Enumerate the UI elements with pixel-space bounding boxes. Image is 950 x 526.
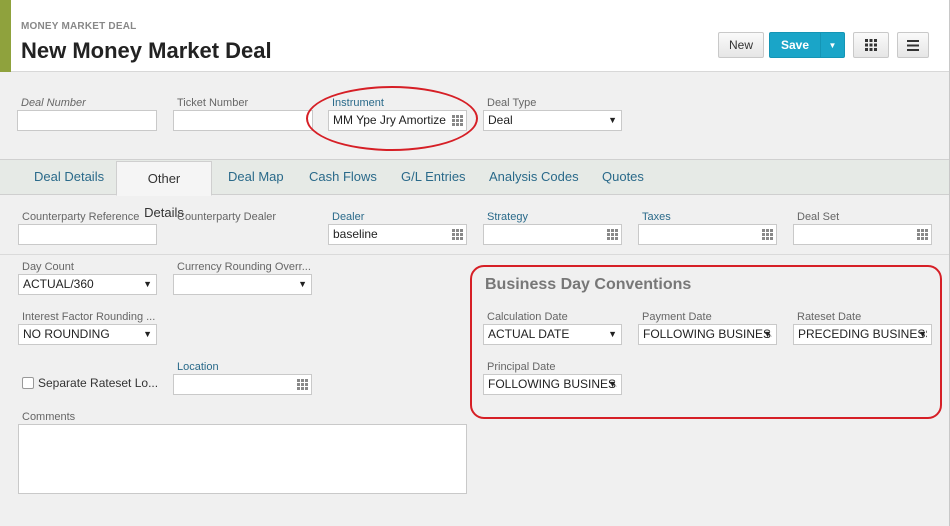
dropdown-arrow-icon: ▼ xyxy=(298,279,307,289)
lookup-icon[interactable] xyxy=(607,229,618,240)
lookup-icon[interactable] xyxy=(762,229,773,240)
counterparty-dealer-label: Counterparty Dealer xyxy=(177,211,277,223)
counterparty-reference-input[interactable] xyxy=(18,224,157,245)
tab-analysis-codes[interactable]: Analysis Codes xyxy=(477,160,591,195)
interest-factor-rounding-label: Interest Factor Rounding ... xyxy=(22,311,156,323)
breadcrumb: MONEY MARKET DEAL xyxy=(21,21,137,32)
deal-type-select[interactable]: Deal ▼ xyxy=(483,110,622,131)
lookup-icon[interactable] xyxy=(297,379,308,390)
accent-bar xyxy=(0,0,11,72)
tab-bar: Deal Details Other Details Deal Map Cash… xyxy=(0,159,950,220)
deal-number-label: Deal Number xyxy=(21,97,86,109)
tab-other-details[interactable]: Other Details xyxy=(116,161,212,220)
grid-view-button[interactable] xyxy=(853,32,889,58)
tab-deal-details[interactable]: Deal Details xyxy=(22,160,116,195)
day-count-select[interactable]: ACTUAL/360 ▼ xyxy=(18,274,157,295)
taxes-input[interactable] xyxy=(638,224,777,245)
comments-textarea[interactable] xyxy=(18,424,467,494)
dealer-label: Dealer xyxy=(332,211,365,223)
menu-button[interactable] xyxy=(897,32,929,58)
tab-gl-entries[interactable]: G/L Entries xyxy=(389,160,478,195)
deal-number-input[interactable] xyxy=(17,110,157,131)
page-title: New Money Market Deal xyxy=(21,38,272,63)
save-options-button[interactable]: ▼ xyxy=(820,32,845,58)
lookup-icon[interactable] xyxy=(452,229,463,240)
currency-rounding-select[interactable]: ▼ xyxy=(173,274,312,295)
business-day-conventions-highlight xyxy=(470,265,942,419)
interest-factor-rounding-select[interactable]: NO ROUNDING ▼ xyxy=(18,324,157,345)
chevron-down-icon: ▼ xyxy=(828,40,837,50)
location-input[interactable] xyxy=(173,374,312,395)
dropdown-arrow-icon: ▼ xyxy=(143,329,152,339)
save-button[interactable]: Save xyxy=(769,32,821,58)
deal-set-input[interactable] xyxy=(793,224,932,245)
strategy-input[interactable] xyxy=(483,224,622,245)
dropdown-arrow-icon: ▼ xyxy=(143,279,152,289)
new-button[interactable]: New xyxy=(718,32,764,58)
separate-rateset-checkbox[interactable] xyxy=(22,377,34,389)
day-count-label: Day Count xyxy=(22,261,74,273)
tab-quotes[interactable]: Quotes xyxy=(590,160,656,195)
currency-rounding-label: Currency Rounding Overr... xyxy=(177,261,311,273)
instrument-highlight-ellipse xyxy=(306,86,478,151)
lookup-icon[interactable] xyxy=(917,229,928,240)
ticket-number-input[interactable] xyxy=(173,110,313,131)
comments-label: Comments xyxy=(22,411,76,423)
ticket-number-label: Ticket Number xyxy=(177,97,249,109)
deal-type-label: Deal Type xyxy=(487,97,537,109)
strategy-label: Strategy xyxy=(487,211,528,223)
dropdown-arrow-icon: ▼ xyxy=(608,115,617,125)
counterparty-reference-label: Counterparty Reference xyxy=(22,211,140,223)
dealer-input[interactable]: baseline xyxy=(328,224,467,245)
location-label: Location xyxy=(177,361,219,373)
grid-icon xyxy=(865,39,877,51)
deal-set-label: Deal Set xyxy=(797,211,840,223)
tab-cash-flows[interactable]: Cash Flows xyxy=(297,160,389,195)
separate-rateset-label: Separate Rateset Lo... xyxy=(38,376,159,390)
hamburger-icon xyxy=(907,39,919,51)
tab-deal-map[interactable]: Deal Map xyxy=(216,160,296,195)
taxes-label: Taxes xyxy=(642,211,671,223)
section-divider xyxy=(0,254,950,255)
